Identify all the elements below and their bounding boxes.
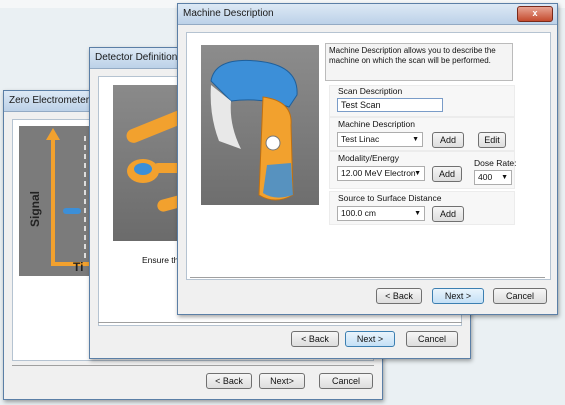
machine-illustration	[201, 45, 319, 205]
modality-select[interactable]: 12.00 MeV Electron ▼	[337, 166, 425, 181]
title-bar[interactable]: Machine Description x	[178, 4, 557, 25]
scan-description-group: Scan Description Test Scan	[329, 85, 515, 117]
window-title: Machine Description	[183, 8, 274, 19]
footer-divider	[98, 322, 462, 323]
footer-divider	[12, 365, 374, 366]
dose-rate-select[interactable]: 400 ▼	[474, 170, 512, 185]
next-button[interactable]: Next >	[432, 288, 484, 304]
back-button[interactable]: < Back	[206, 373, 252, 389]
signal-graph: Signal Ti	[19, 126, 91, 276]
ssd-label: Source to Surface Distance	[338, 193, 442, 203]
ssd-group: Source to Surface Distance 100.0 cm ▼ Ad…	[329, 191, 515, 225]
modality-group: Modality/Energy 12.00 MeV Electron ▼ Add…	[329, 151, 517, 189]
machine-description-window: Machine Description x Machine Descriptio…	[177, 3, 558, 315]
add-machine-button[interactable]: Add	[432, 132, 464, 148]
window-title: Detector Definition	[95, 52, 178, 63]
description-box: Machine Description allows you to descri…	[325, 43, 513, 81]
chevron-down-icon: ▼	[412, 136, 419, 143]
machine-description-label: Machine Description	[338, 119, 416, 129]
graph-y-label: Signal	[28, 190, 43, 228]
footer-divider	[190, 277, 545, 278]
machine-select-value: Test Linac	[341, 134, 380, 144]
close-button[interactable]: x	[517, 6, 553, 22]
machine-description-group: Machine Description Test Linac ▼ Add Edi…	[329, 117, 515, 151]
modality-select-value: 12.00 MeV Electron	[341, 168, 416, 178]
graph-x-label: Ti	[73, 260, 84, 274]
cancel-button[interactable]: Cancel	[493, 288, 547, 304]
dose-rate-select-value: 400	[478, 172, 493, 182]
description-text: Machine Description allows you to descri…	[329, 46, 496, 65]
window-title: Zero Electrometer	[9, 95, 90, 106]
chevron-down-icon: ▼	[414, 170, 421, 177]
cancel-button[interactable]: Cancel	[319, 373, 373, 389]
linac-art	[210, 59, 298, 201]
add-ssd-button[interactable]: Add	[432, 206, 464, 222]
back-button[interactable]: < Back	[376, 288, 422, 304]
cancel-button[interactable]: Cancel	[406, 331, 458, 347]
dose-rate-label: Dose Rate:	[474, 158, 517, 168]
ssd-select-value: 100.0 cm	[341, 208, 376, 218]
add-modality-button[interactable]: Add	[432, 166, 462, 182]
scan-description-label: Scan Description	[338, 86, 403, 96]
scan-description-input[interactable]: Test Scan	[337, 98, 443, 112]
ssd-select[interactable]: 100.0 cm ▼	[337, 206, 425, 221]
chevron-down-icon: ▼	[501, 174, 508, 181]
back-button[interactable]: < Back	[291, 331, 339, 347]
wizard-content: Machine Description allows you to descri…	[186, 32, 551, 280]
next-button[interactable]: Next>	[259, 373, 305, 389]
next-button[interactable]: Next >	[345, 331, 395, 347]
chevron-down-icon: ▼	[414, 210, 421, 217]
machine-select[interactable]: Test Linac ▼	[337, 132, 423, 147]
modality-label: Modality/Energy	[338, 153, 399, 163]
edit-machine-button[interactable]: Edit	[478, 132, 506, 148]
